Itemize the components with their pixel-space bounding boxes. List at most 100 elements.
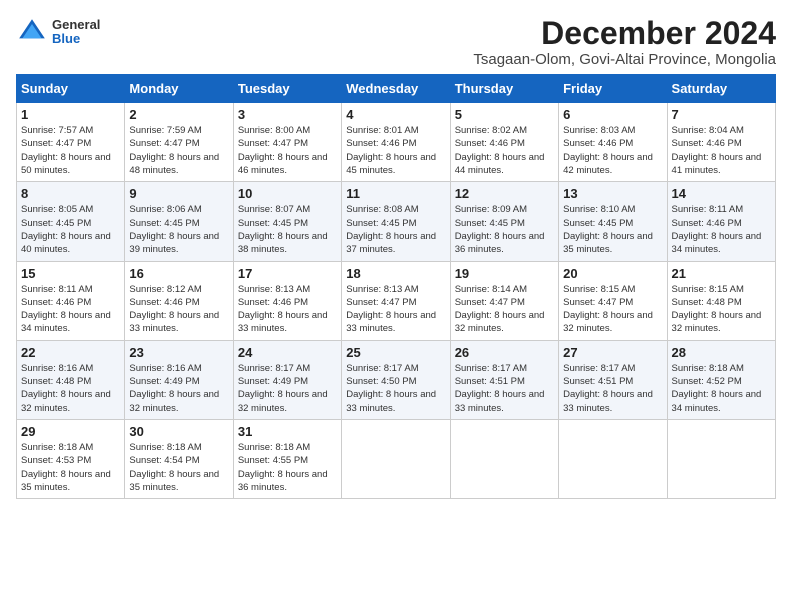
day-number: 2 — [129, 107, 228, 122]
logo-text: General Blue — [52, 18, 100, 47]
day-info: Sunrise: 8:02 AM Sunset: 4:46 PM Dayligh… — [455, 124, 554, 177]
day-info: Sunrise: 8:04 AM Sunset: 4:46 PM Dayligh… — [672, 124, 771, 177]
weekday-header: Friday — [559, 75, 667, 103]
day-info: Sunrise: 8:14 AM Sunset: 4:47 PM Dayligh… — [455, 283, 554, 336]
day-number: 19 — [455, 266, 554, 281]
day-number: 5 — [455, 107, 554, 122]
day-info: Sunrise: 8:18 AM Sunset: 4:52 PM Dayligh… — [672, 362, 771, 415]
day-number: 4 — [346, 107, 445, 122]
calendar-day-cell: 21 Sunrise: 8:15 AM Sunset: 4:48 PM Dayli… — [667, 261, 775, 340]
logo-icon — [16, 16, 48, 48]
calendar-day-cell: 19 Sunrise: 8:14 AM Sunset: 4:47 PM Dayli… — [450, 261, 558, 340]
calendar-day-cell: 7 Sunrise: 8:04 AM Sunset: 4:46 PM Daylig… — [667, 103, 775, 182]
calendar-day-cell: 30 Sunrise: 8:18 AM Sunset: 4:54 PM Dayli… — [125, 419, 233, 498]
weekday-header: Sunday — [17, 75, 125, 103]
calendar-day-cell: 13 Sunrise: 8:10 AM Sunset: 4:45 PM Dayli… — [559, 182, 667, 261]
calendar-day-cell: 29Sunrise: 8:18 AM Sunset: 4:53 PM Dayli… — [17, 419, 125, 498]
day-number: 11 — [346, 186, 445, 201]
calendar-day-cell: 10 Sunrise: 8:07 AM Sunset: 4:45 PM Dayli… — [233, 182, 341, 261]
calendar-day-cell: 31Sunrise: 8:18 AM Sunset: 4:55 PM Dayli… — [233, 419, 341, 498]
day-info: Sunrise: 8:17 AM Sunset: 4:50 PM Dayligh… — [346, 362, 445, 415]
day-info: Sunrise: 8:18 AM Sunset: 4:54 PM Dayligh… — [129, 441, 228, 494]
calendar-week-row: 15 Sunrise: 8:11 AM Sunset: 4:46 PM Dayli… — [17, 261, 776, 340]
day-number: 1 — [21, 107, 120, 122]
day-info: Sunrise: 8:11 AM Sunset: 4:46 PM Dayligh… — [21, 283, 120, 336]
calendar-week-row: 29Sunrise: 8:18 AM Sunset: 4:53 PM Dayli… — [17, 419, 776, 498]
subtitle: Tsagaan-Olom, Govi-Altai Province, Mongo… — [473, 51, 776, 68]
day-number: 18 — [346, 266, 445, 281]
calendar-table: SundayMondayTuesdayWednesdayThursdayFrid… — [16, 74, 776, 499]
weekday-header: Thursday — [450, 75, 558, 103]
calendar-day-cell: 27 Sunrise: 8:17 AM Sunset: 4:51 PM Dayli… — [559, 340, 667, 419]
logo: General Blue — [16, 16, 100, 48]
weekday-header: Tuesday — [233, 75, 341, 103]
calendar-day-cell: 28 Sunrise: 8:18 AM Sunset: 4:52 PM Dayli… — [667, 340, 775, 419]
calendar-day-cell — [559, 419, 667, 498]
month-title: December 2024 — [473, 16, 776, 51]
calendar-day-cell: 17 Sunrise: 8:13 AM Sunset: 4:46 PM Dayli… — [233, 261, 341, 340]
day-number: 14 — [672, 186, 771, 201]
calendar-day-cell: 8 Sunrise: 8:05 AM Sunset: 4:45 PM Daylig… — [17, 182, 125, 261]
calendar-day-cell: 24Sunrise: 8:17 AM Sunset: 4:49 PM Dayli… — [233, 340, 341, 419]
day-info: Sunrise: 8:16 AM Sunset: 4:48 PM Dayligh… — [21, 362, 120, 415]
calendar-day-cell — [450, 419, 558, 498]
day-number: 9 — [129, 186, 228, 201]
calendar-day-cell: 25Sunrise: 8:17 AM Sunset: 4:50 PM Dayli… — [342, 340, 450, 419]
calendar-header-row: SundayMondayTuesdayWednesdayThursdayFrid… — [17, 75, 776, 103]
day-info: Sunrise: 8:16 AM Sunset: 4:49 PM Dayligh… — [129, 362, 228, 415]
day-number: 3 — [238, 107, 337, 122]
calendar-day-cell: 14Sunrise: 8:11 AM Sunset: 4:46 PM Dayli… — [667, 182, 775, 261]
day-info: Sunrise: 7:59 AM Sunset: 4:47 PM Dayligh… — [129, 124, 228, 177]
calendar-day-cell: 18 Sunrise: 8:13 AM Sunset: 4:47 PM Dayli… — [342, 261, 450, 340]
day-info: Sunrise: 8:15 AM Sunset: 4:48 PM Dayligh… — [672, 283, 771, 336]
day-info: Sunrise: 8:17 AM Sunset: 4:51 PM Dayligh… — [455, 362, 554, 415]
day-info: Sunrise: 8:13 AM Sunset: 4:47 PM Dayligh… — [346, 283, 445, 336]
day-number: 28 — [672, 345, 771, 360]
logo-blue: Blue — [52, 32, 100, 46]
day-number: 10 — [238, 186, 337, 201]
calendar-body: 1Sunrise: 7:57 AM Sunset: 4:47 PM Daylig… — [17, 103, 776, 499]
day-info: Sunrise: 8:08 AM Sunset: 4:45 PM Dayligh… — [346, 203, 445, 256]
day-number: 15 — [21, 266, 120, 281]
day-number: 8 — [21, 186, 120, 201]
day-number: 26 — [455, 345, 554, 360]
calendar-day-cell: 2 Sunrise: 7:59 AM Sunset: 4:47 PM Daylig… — [125, 103, 233, 182]
weekday-header: Saturday — [667, 75, 775, 103]
weekday-header: Wednesday — [342, 75, 450, 103]
day-number: 27 — [563, 345, 662, 360]
calendar-day-cell: 26 Sunrise: 8:17 AM Sunset: 4:51 PM Dayli… — [450, 340, 558, 419]
day-info: Sunrise: 8:05 AM Sunset: 4:45 PM Dayligh… — [21, 203, 120, 256]
day-info: Sunrise: 8:17 AM Sunset: 4:51 PM Dayligh… — [563, 362, 662, 415]
day-number: 7 — [672, 107, 771, 122]
day-number: 13 — [563, 186, 662, 201]
day-number: 16 — [129, 266, 228, 281]
calendar-day-cell: 6Sunrise: 8:03 AM Sunset: 4:46 PM Daylig… — [559, 103, 667, 182]
calendar-week-row: 22Sunrise: 8:16 AM Sunset: 4:48 PM Dayli… — [17, 340, 776, 419]
day-info: Sunrise: 8:12 AM Sunset: 4:46 PM Dayligh… — [129, 283, 228, 336]
day-number: 23 — [129, 345, 228, 360]
calendar-day-cell: 9Sunrise: 8:06 AM Sunset: 4:45 PM Daylig… — [125, 182, 233, 261]
calendar-day-cell: 12Sunrise: 8:09 AM Sunset: 4:45 PM Dayli… — [450, 182, 558, 261]
calendar-day-cell: 3Sunrise: 8:00 AM Sunset: 4:47 PM Daylig… — [233, 103, 341, 182]
day-number: 6 — [563, 107, 662, 122]
calendar-week-row: 8 Sunrise: 8:05 AM Sunset: 4:45 PM Daylig… — [17, 182, 776, 261]
day-info: Sunrise: 8:10 AM Sunset: 4:45 PM Dayligh… — [563, 203, 662, 256]
weekday-header: Monday — [125, 75, 233, 103]
day-number: 30 — [129, 424, 228, 439]
calendar-day-cell: 11 Sunrise: 8:08 AM Sunset: 4:45 PM Dayli… — [342, 182, 450, 261]
calendar-day-cell: 1Sunrise: 7:57 AM Sunset: 4:47 PM Daylig… — [17, 103, 125, 182]
calendar-day-cell: 16 Sunrise: 8:12 AM Sunset: 4:46 PM Dayli… — [125, 261, 233, 340]
calendar-week-row: 1Sunrise: 7:57 AM Sunset: 4:47 PM Daylig… — [17, 103, 776, 182]
day-info: Sunrise: 8:01 AM Sunset: 4:46 PM Dayligh… — [346, 124, 445, 177]
calendar-day-cell: 15 Sunrise: 8:11 AM Sunset: 4:46 PM Dayli… — [17, 261, 125, 340]
calendar-day-cell — [667, 419, 775, 498]
day-number: 24 — [238, 345, 337, 360]
day-info: Sunrise: 8:07 AM Sunset: 4:45 PM Dayligh… — [238, 203, 337, 256]
calendar-day-cell: 23 Sunrise: 8:16 AM Sunset: 4:49 PM Dayli… — [125, 340, 233, 419]
header: General Blue December 2024 Tsagaan-Olom,… — [16, 16, 776, 68]
day-info: Sunrise: 8:13 AM Sunset: 4:46 PM Dayligh… — [238, 283, 337, 336]
day-number: 21 — [672, 266, 771, 281]
calendar-day-cell — [342, 419, 450, 498]
day-number: 17 — [238, 266, 337, 281]
day-info: Sunrise: 8:18 AM Sunset: 4:53 PM Dayligh… — [21, 441, 120, 494]
